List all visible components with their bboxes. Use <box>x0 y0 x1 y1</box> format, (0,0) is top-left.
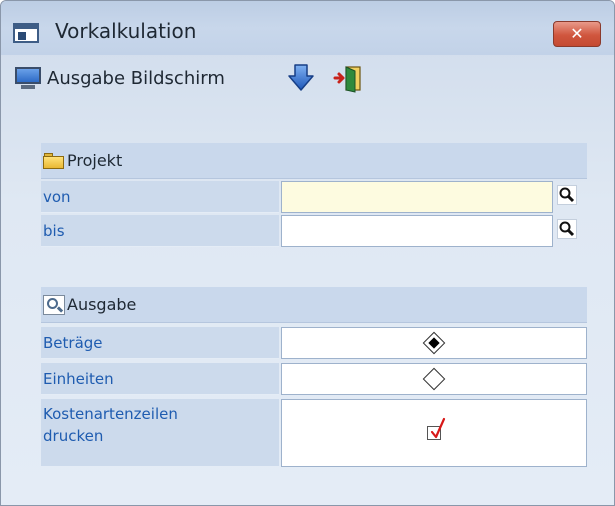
einheiten-radio-cell[interactable] <box>281 363 587 395</box>
von-lookup-button[interactable] <box>555 185 579 209</box>
close-icon: ✕ <box>570 24 584 43</box>
section-ausgabe-title: Ausgabe <box>67 295 137 314</box>
magnifier-icon <box>43 294 65 315</box>
einheiten-label: Einheiten <box>43 369 114 388</box>
lookup-magnifier-icon <box>557 219 577 239</box>
betraege-radio-cell[interactable] <box>281 327 587 359</box>
von-label: von <box>43 187 71 206</box>
exit-button[interactable] <box>333 63 363 93</box>
arrow-down-icon <box>288 64 314 91</box>
betraege-label-cell: Beträge <box>41 327 279 359</box>
dialog-window: Vorkalkulation ✕ Ausgabe Bildschirm Proj… <box>0 0 615 506</box>
betraege-label: Beträge <box>43 333 103 352</box>
kostenarten-checkbox-cell[interactable] <box>281 399 587 467</box>
kostenarten-label-cell: Kostenartenzeilen drucken <box>41 399 279 467</box>
row-von: von <box>41 181 587 213</box>
row-kostenarten: Kostenartenzeilen drucken <box>41 399 587 467</box>
bis-label-cell: bis <box>41 215 279 247</box>
bis-lookup-button[interactable] <box>555 219 579 243</box>
einheiten-radio[interactable] <box>422 367 446 391</box>
row-bis: bis <box>41 215 587 247</box>
bis-label: bis <box>43 221 65 240</box>
section-projekt-title: Projekt <box>67 151 123 170</box>
section-ausgabe-header: Ausgabe <box>41 287 587 323</box>
monitor-icon <box>13 65 43 91</box>
row-einheiten: Einheiten <box>41 363 587 395</box>
einheiten-label-cell: Einheiten <box>41 363 279 395</box>
title-bar[interactable]: Vorkalkulation ✕ <box>1 1 614 55</box>
download-button[interactable] <box>287 63 315 93</box>
von-input[interactable] <box>281 181 553 213</box>
window-app-icon <box>13 23 39 43</box>
exit-door-icon <box>333 66 361 93</box>
output-screen-label: Ausgabe Bildschirm <box>47 67 225 89</box>
kostenarten-label: Kostenartenzeilen drucken <box>43 405 178 445</box>
section-projekt-header: Projekt <box>41 143 587 179</box>
lookup-magnifier-icon <box>557 185 577 205</box>
row-betraege: Beträge <box>41 327 587 359</box>
betraege-radio[interactable] <box>422 331 446 355</box>
bis-input[interactable] <box>281 215 553 247</box>
window-title: Vorkalkulation <box>55 19 197 43</box>
toolbar: Ausgabe Bildschirm <box>1 57 614 101</box>
output-screen-button[interactable]: Ausgabe Bildschirm <box>13 65 225 91</box>
close-button[interactable]: ✕ <box>553 21 601 47</box>
checkmark-icon <box>430 417 446 439</box>
kostenarten-checkbox[interactable] <box>427 417 446 440</box>
von-label-cell: von <box>41 181 279 213</box>
folder-icon <box>43 152 65 170</box>
